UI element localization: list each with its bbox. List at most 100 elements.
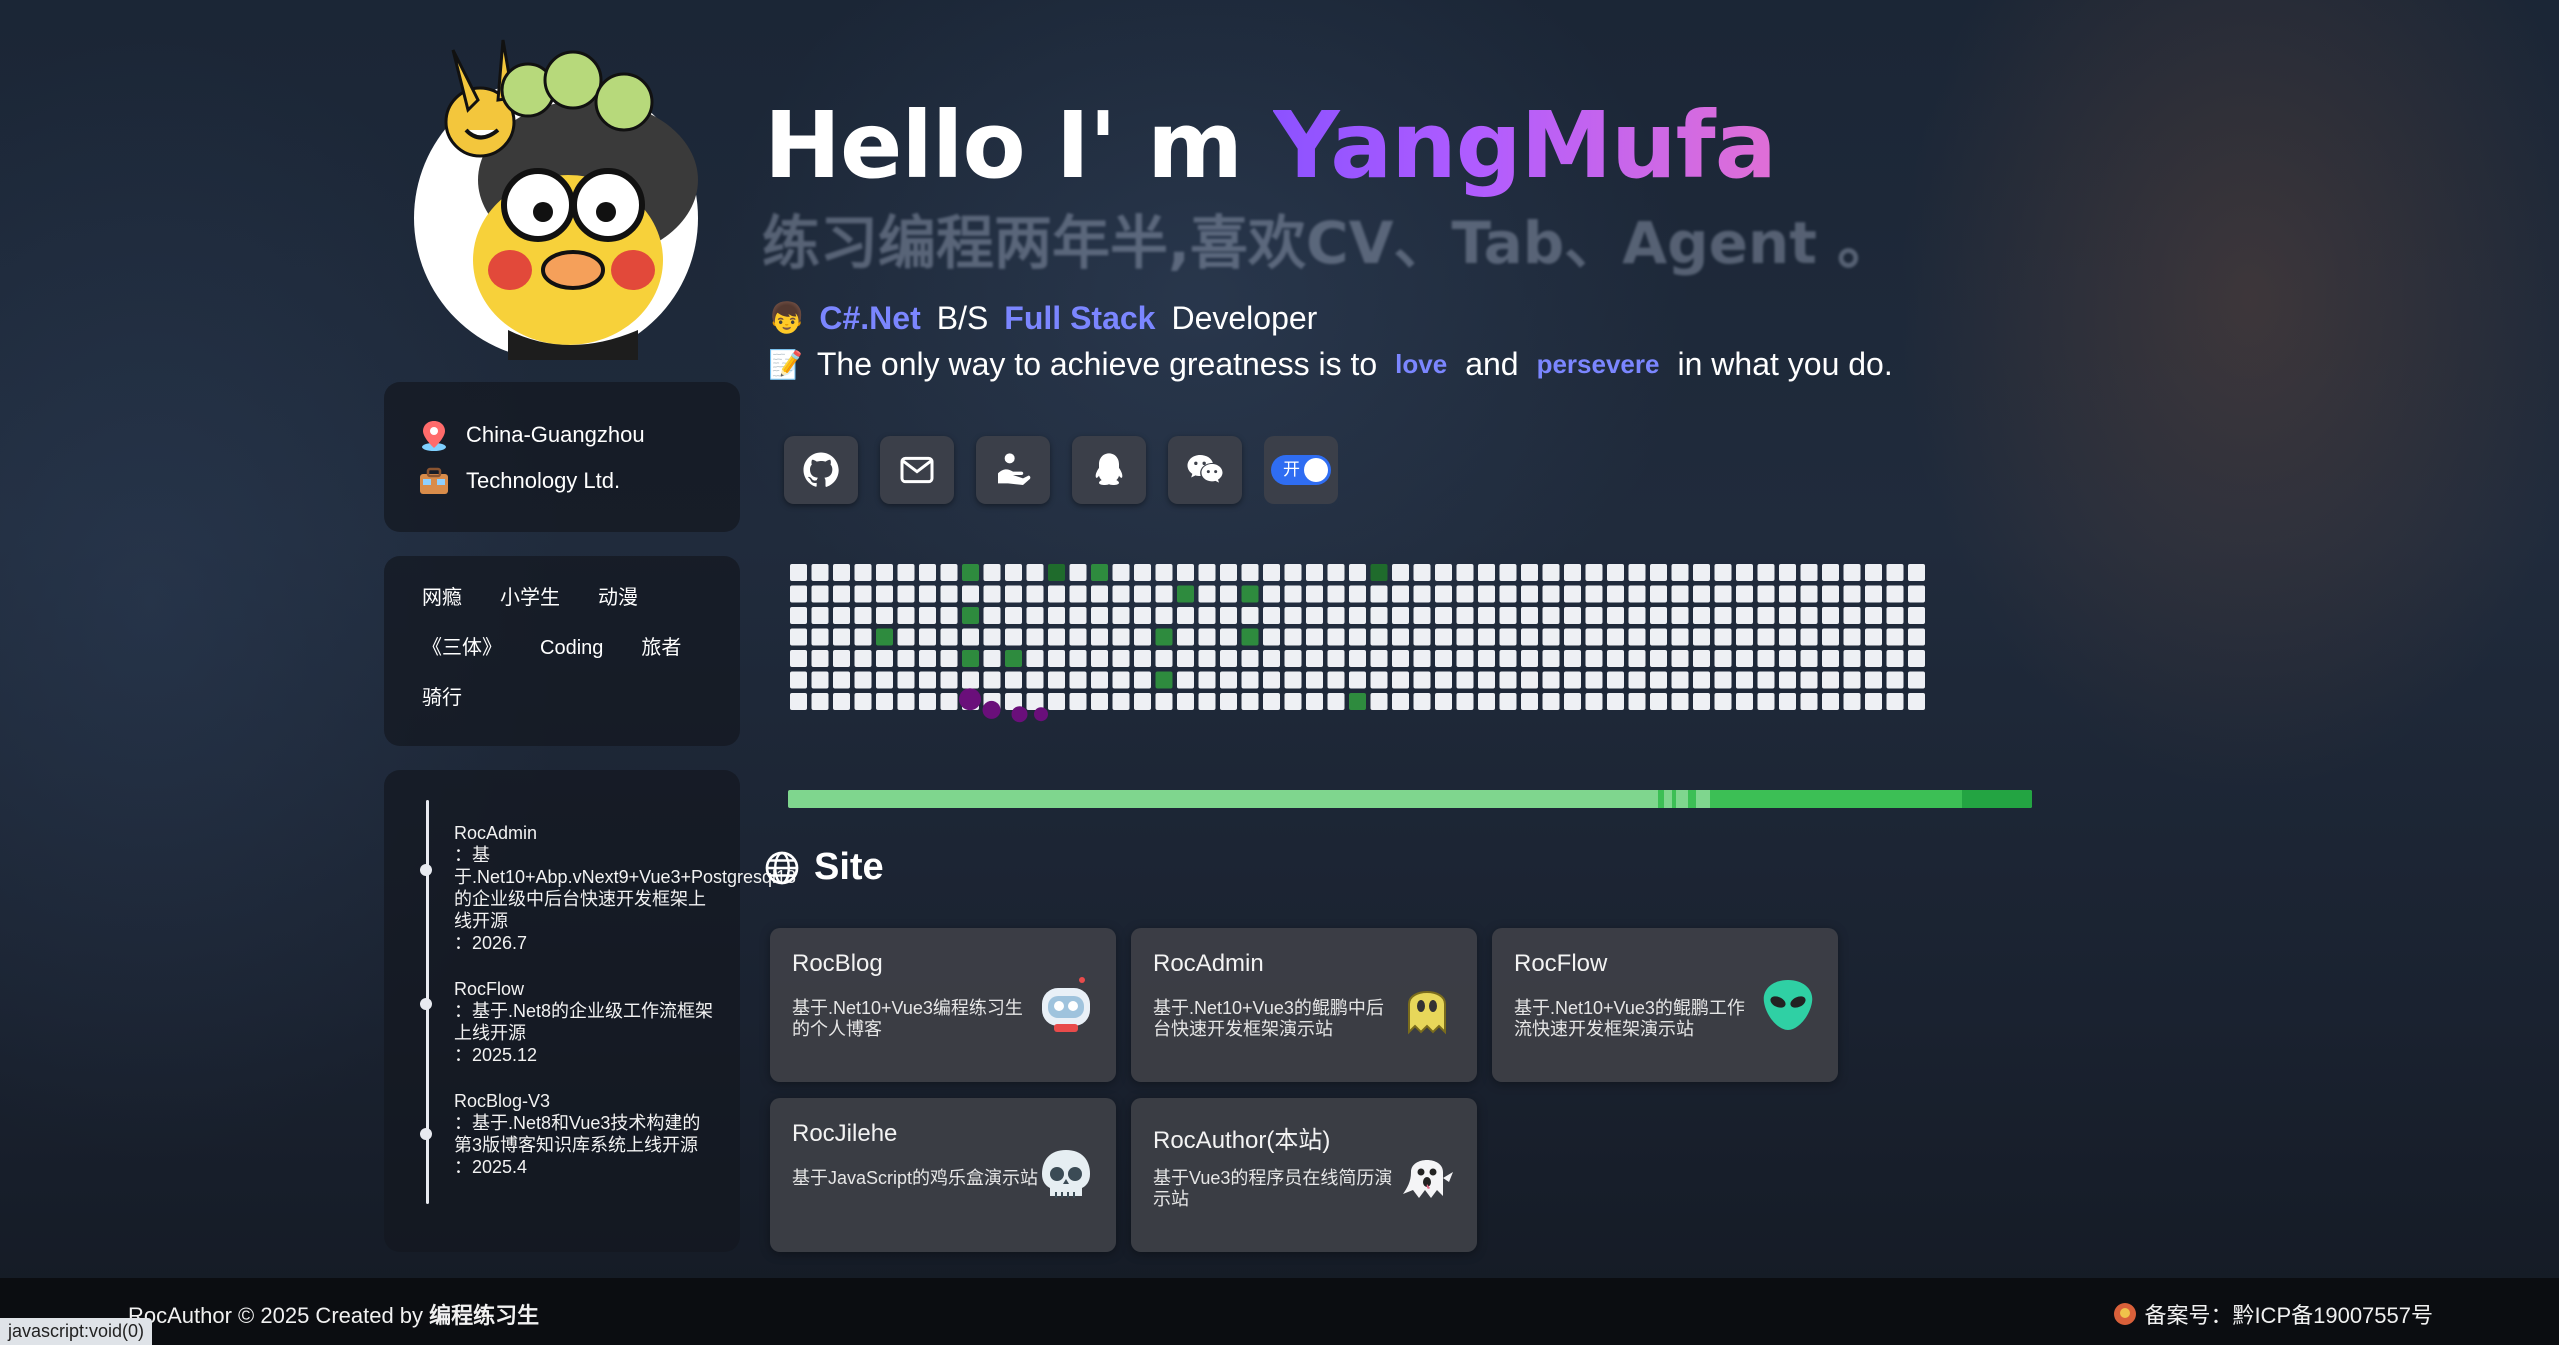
contribution-cell — [1736, 671, 1753, 689]
contribution-cell — [1843, 693, 1861, 710]
contribution-cell — [876, 671, 893, 689]
contribution-cell — [1155, 650, 1173, 667]
contribution-cell — [1521, 607, 1538, 624]
role-tech: C#.Net — [819, 300, 921, 336]
contribution-cell — [1198, 650, 1216, 667]
qq-button[interactable] — [1072, 436, 1146, 504]
contribution-cell — [1478, 671, 1495, 689]
quote-post: in what you do. — [1677, 346, 1893, 382]
contribution-cell — [1628, 607, 1646, 624]
contribution-cell — [1048, 671, 1065, 689]
email-button[interactable] — [880, 436, 954, 504]
contribution-cell — [1005, 650, 1022, 667]
site-card-rocblog[interactable]: RocBlog 基于.Net10+Vue3编程练习生的个人博客 — [770, 928, 1116, 1082]
timeline-item: RocFlow ：基于.Net8的企业级工作流框架上线开源 ：2025.12 — [420, 978, 718, 1066]
contribution-cell — [876, 585, 893, 603]
site-card-rocadmin[interactable]: RocAdmin 基于.Net10+Vue3的鲲鹏中后台快速开发框架演示站 — [1131, 928, 1477, 1082]
footer: RocAuthor © 2025 Created by 编程练习生 备案号：黔I… — [0, 1278, 2559, 1345]
contribution-cell — [1048, 628, 1065, 646]
contribution-cell — [790, 607, 807, 624]
theme-toggle[interactable]: 开 — [1264, 436, 1338, 504]
company-text: Technology Ltd. — [466, 468, 621, 493]
toggle-switch[interactable]: 开 — [1271, 455, 1331, 485]
site-card-rocflow[interactable]: RocFlow 基于.Net10+Vue3的鲲鹏工作流快速开发框架演示站 — [1492, 928, 1838, 1082]
contribution-cell — [1284, 628, 1302, 646]
contribution-cell — [811, 671, 829, 689]
contribution-cell — [790, 671, 807, 689]
timeline-title: RocFlow — [454, 979, 525, 999]
site-card-rocjilehe[interactable]: RocJilehe 基于JavaScript的鸡乐盒演示站 — [770, 1098, 1116, 1252]
contribution-cell — [1263, 585, 1280, 603]
hero-name: YangMufa — [1273, 92, 1777, 199]
contribution-cell — [1413, 671, 1431, 689]
contribution-cell — [1134, 628, 1151, 646]
contribution-cell — [1671, 564, 1689, 581]
contribution-cell — [1177, 585, 1194, 603]
contribution-cell — [1499, 650, 1517, 667]
timeline-item: RocAdmin ：基于.Net10+Abp.vNext9+Vue3+Postg… — [420, 822, 796, 954]
copyright-text: RocAuthor © 2025 Created by — [128, 1303, 430, 1328]
contribution-cell — [897, 650, 915, 667]
contribution-cell — [876, 607, 893, 624]
mail-icon — [900, 456, 934, 484]
contribution-cell — [1134, 564, 1151, 581]
contribution-cell — [1800, 650, 1818, 667]
contribution-cell — [1048, 693, 1065, 710]
location-text: China-Guangzhou — [466, 422, 645, 447]
contribution-cell — [1198, 671, 1216, 689]
contribution-cell — [1886, 607, 1904, 624]
contribution-cell — [1091, 693, 1108, 710]
contribution-cell — [1370, 650, 1388, 667]
contribution-cell — [897, 671, 915, 689]
contribution-cell — [962, 671, 979, 689]
contribution-cell — [1499, 564, 1517, 581]
contribution-cell — [1736, 628, 1753, 646]
contribution-cell — [1435, 693, 1452, 710]
contribution-cell — [790, 628, 807, 646]
github-button[interactable] — [784, 436, 858, 504]
contribution-cell — [1499, 607, 1517, 624]
contribution-cell — [1026, 607, 1044, 624]
contribution-cell — [1435, 585, 1452, 603]
contribution-cell — [1005, 671, 1022, 689]
role-line: 👦 C#.Net B/S Full Stack Developer — [768, 300, 1333, 337]
donate-button[interactable] — [976, 436, 1050, 504]
contribution-cell — [1521, 693, 1538, 710]
contribution-cell — [854, 628, 872, 646]
contribution-cell — [1822, 693, 1839, 710]
contribution-cell — [1241, 585, 1259, 603]
wechat-icon — [1187, 455, 1223, 483]
contribution-cell — [1026, 585, 1044, 603]
contribution-cell — [1865, 650, 1882, 667]
contribution-cell — [1564, 607, 1581, 624]
progress-segment — [1658, 790, 1664, 808]
contribution-cell — [790, 650, 807, 667]
contribution-cell — [1628, 628, 1646, 646]
icp-record[interactable]: 备案号：黔ICP备19007557号 — [2114, 1298, 2433, 1330]
contribution-cell — [833, 607, 850, 624]
contribution-cell — [1306, 693, 1323, 710]
contribution-cell — [1241, 650, 1259, 667]
contribution-cell — [1392, 607, 1409, 624]
contribution-cell — [1048, 607, 1065, 624]
timeline-desc: ：基于.Net8的企业级工作流框架上线开源 — [454, 1001, 714, 1043]
contribution-cell — [1607, 564, 1624, 581]
author-link[interactable]: 编程练习生 — [429, 1303, 539, 1328]
quote-love: love — [1395, 349, 1448, 379]
contribution-cell — [1456, 693, 1474, 710]
tag: 动漫 — [598, 587, 638, 609]
qq-icon — [1095, 453, 1123, 485]
contribution-cell — [1005, 564, 1022, 581]
contribution-cell — [811, 607, 829, 624]
contribution-cell — [1284, 693, 1302, 710]
timeline-item: RocBlog-V3 ：基于.Net8和Vue3技术构建的第3版博客知识库系统上… — [420, 1090, 718, 1178]
site-card-rocauthor[interactable]: RocAuthor(本站) 基于Vue3的程序员在线简历演示站 — [1131, 1098, 1477, 1252]
wechat-button[interactable] — [1168, 436, 1242, 504]
contribution-cell — [1736, 650, 1753, 667]
contribution-cell — [1284, 564, 1302, 581]
contribution-cell — [1822, 671, 1839, 689]
role-title: Developer — [1171, 300, 1318, 336]
contribution-cell — [833, 671, 850, 689]
contribution-cell — [1456, 650, 1474, 667]
footer-copyright: RocAuthor © 2025 Created by 编程练习生 — [128, 1298, 539, 1330]
